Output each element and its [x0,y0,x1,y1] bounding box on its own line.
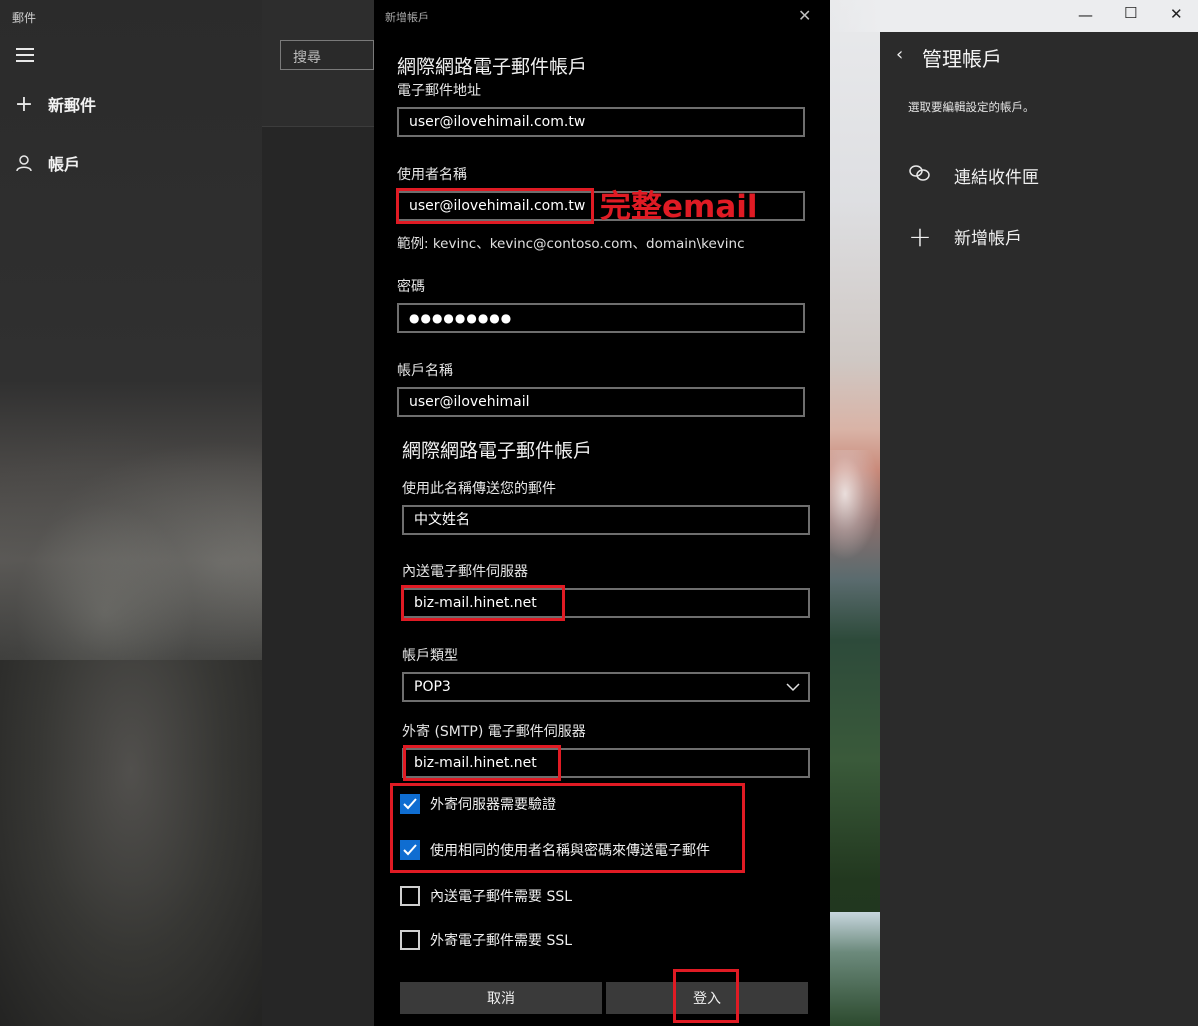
search-placeholder: 搜尋 [293,50,321,66]
background-photo-strip [830,0,880,1026]
message-list-pane [262,0,374,1026]
dialog-title: 新增帳戶 [385,11,429,24]
checkbox-same-credentials[interactable]: 使用相同的使用者名稱與密碼來傳送電子郵件 [400,840,710,860]
link-inbox-button[interactable]: 連結收件匣 [908,162,1039,189]
signin-highlight-box [673,969,739,1023]
incoming-highlight-box [401,585,565,621]
checkbox-unchecked-icon [400,930,420,950]
password-field[interactable]: ●●●●●●●●● [397,303,805,333]
hamburger-menu-icon[interactable] [16,48,34,62]
checkbox-unchecked-icon [400,886,420,906]
close-window-icon[interactable]: ✕ [1170,5,1183,23]
send-name-field[interactable]: 中文姓名 [402,505,810,535]
link-inbox-label: 連結收件匣 [954,168,1039,188]
manage-accounts-subtitle: 選取要編輯設定的帳戶。 [908,100,1035,114]
back-arrow-icon[interactable]: ‹ [896,44,903,65]
plus-icon: + [14,91,34,117]
maximize-icon[interactable]: ☐ [1124,4,1137,22]
checkbox-outgoing-ssl[interactable]: 外寄電子郵件需要 SSL [400,930,572,950]
checkbox-outgoing-auth[interactable]: 外寄伺服器需要驗證 [400,794,556,814]
chevron-down-icon [786,674,800,709]
username-hint: 範例: kevinc、kevinc@contoso.com、domain\kev… [397,236,745,252]
new-mail-label: 新郵件 [48,96,97,115]
new-mail-button[interactable]: + 新郵件 [14,89,96,119]
password-label: 密碼 [397,279,425,295]
background-snow [830,450,880,560]
plus-icon: + [908,220,932,253]
username-highlight-box [396,188,594,224]
outgoing-highlight-box [403,745,561,781]
accounts-label: 帳戶 [48,155,81,174]
search-input[interactable]: 搜尋 [280,40,374,70]
cancel-button[interactable]: 取消 [400,982,602,1014]
add-account-label: 新增帳戶 [954,229,1022,249]
close-icon[interactable]: ✕ [798,6,811,25]
background-mountain [0,420,262,660]
background-photo [0,660,262,1026]
section-heading: 網際網路電子郵件帳戶 [402,440,593,462]
email-label: 電子郵件地址 [397,83,481,99]
window-titlebar [830,0,1198,32]
accounts-nav-item[interactable]: 帳戶 [14,148,80,178]
background-forest [830,912,880,1026]
checkbox-label: 使用相同的使用者名稱與密碼來傳送電子郵件 [430,843,710,859]
minimize-icon[interactable]: — [1078,6,1093,24]
person-icon [14,153,34,173]
username-annotation: 完整email [600,189,758,225]
manage-accounts-title: 管理帳戶 [922,47,1002,71]
account-type-select[interactable]: POP3 [402,672,810,702]
send-name-label: 使用此名稱傳送您的郵件 [402,481,556,497]
incoming-server-label: 內送電子郵件伺服器 [402,564,528,580]
account-type-value: POP3 [414,679,451,695]
checkbox-checked-icon [400,840,420,860]
account-name-label: 帳戶名稱 [397,363,453,379]
app-title: 郵件 [12,11,37,25]
checkbox-label: 內送電子郵件需要 SSL [430,889,573,905]
add-account-dialog: 新增帳戶 ✕ 網際網路電子郵件帳戶 電子郵件地址 user@ilovehimai… [374,0,830,1026]
checkbox-incoming-ssl[interactable]: 內送電子郵件需要 SSL [400,886,572,906]
add-account-button[interactable]: + 新增帳戶 [908,220,1022,253]
account-type-label: 帳戶類型 [402,648,458,664]
checkbox-label: 外寄電子郵件需要 SSL [430,933,573,949]
checkbox-label: 外寄伺服器需要驗證 [430,797,556,813]
link-icon [908,162,932,189]
email-field[interactable]: user@ilovehimail.com.tw [397,107,805,137]
account-name-field[interactable]: user@ilovehimail [397,387,805,417]
username-label: 使用者名稱 [397,167,467,183]
outgoing-server-label: 外寄 (SMTP) 電子郵件伺服器 [402,724,586,740]
checkbox-checked-icon [400,794,420,814]
dialog-heading: 網際網路電子郵件帳戶 [397,56,588,78]
